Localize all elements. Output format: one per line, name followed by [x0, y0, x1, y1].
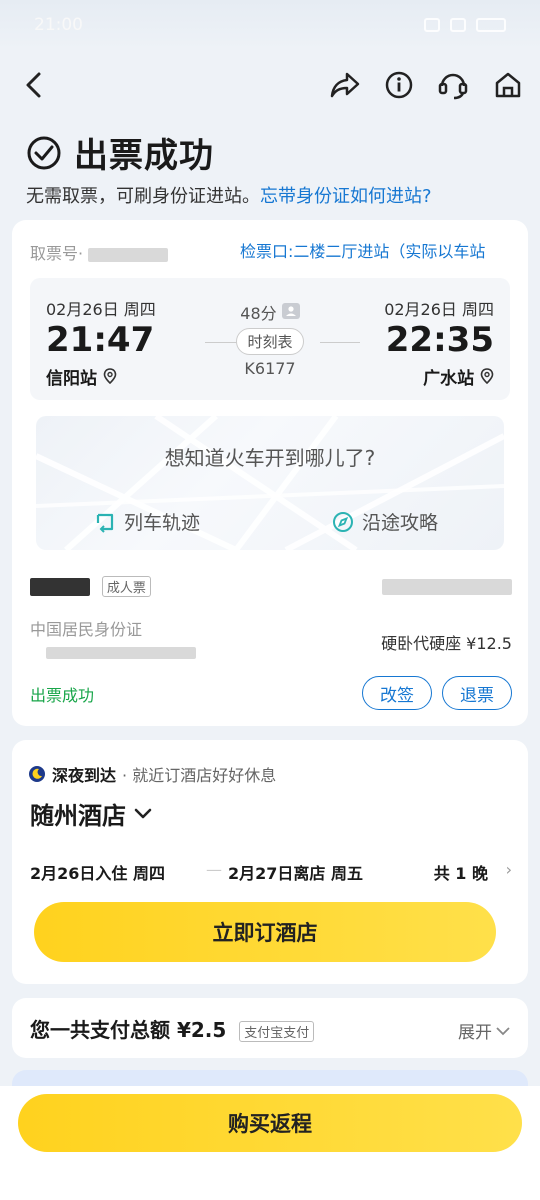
late-arrival-title: 深夜到达 [52, 766, 117, 785]
page-title: 出票成功 [74, 136, 214, 176]
track-icon [96, 513, 114, 533]
signal-icon [450, 18, 466, 32]
hotel-card: 深夜到达 · 就近订酒店好好休息 随州酒店 2月26日入住 周四 — 2月27日… [12, 740, 528, 984]
share-button[interactable] [328, 68, 362, 102]
late-arrival-banner: 深夜到达 · 就近订酒店好好休息 [28, 762, 276, 786]
person-icon [281, 303, 300, 319]
notice: 无需取票，可刷身份证进站。忘带身份证如何进站? [26, 182, 432, 208]
id-type: 中国居民身份证 [30, 620, 143, 639]
back-arrow-icon [26, 72, 41, 98]
trip-duration: 48分 [200, 300, 340, 324]
info-button[interactable] [382, 68, 416, 102]
gate-info[interactable]: 检票口:二楼二厅进站（实际以车站 [240, 238, 510, 262]
arrival-date: 02月26日 周四 [384, 300, 494, 319]
change-ticket-button[interactable]: 改签 [362, 676, 432, 710]
passenger-row: 成人票 [30, 576, 151, 597]
chevron-down-icon [496, 1026, 510, 1035]
departure-time: 21:47 [46, 320, 155, 360]
late-arrival-subtitle: · 就近订酒店好好休息 [122, 766, 277, 785]
passenger-name-masked [30, 578, 90, 596]
ticket-card: 取票号· 检票口:二楼二厅进站（实际以车站 02月26日 周四 21:47 信阳… [12, 220, 528, 726]
page-title-row: 出票成功 [26, 128, 214, 177]
headset-icon [438, 73, 468, 100]
expand-label: 展开 [458, 1023, 492, 1043]
ticket-status: 出票成功 [30, 686, 95, 705]
chevron-down-icon [134, 808, 152, 818]
location-pin-icon [103, 368, 117, 385]
status-icons [424, 18, 506, 32]
id-mask [46, 646, 196, 659]
customer-service-button[interactable] [436, 68, 470, 102]
date-separator: — [206, 860, 222, 879]
seat-number-masked [382, 576, 512, 595]
pickup-label: 取票号· [30, 244, 84, 263]
home-button[interactable] [491, 68, 525, 102]
departure-date: 02月26日 周四 [46, 300, 156, 319]
pickup-number: 取票号· [30, 240, 169, 264]
trip-summary: 02月26日 周四 21:47 信阳站 48分 时刻表 K6177 02月26日… [30, 278, 510, 400]
back-button[interactable] [18, 68, 52, 102]
battery-icon [476, 18, 506, 32]
arrival-station[interactable]: 广水站 [423, 364, 494, 389]
map-question: 想知道火车开到哪儿了? [164, 446, 376, 470]
pickup-code-masked [88, 247, 169, 262]
train-number: K6177 [244, 359, 296, 378]
arrival-station-name: 广水站 [423, 369, 475, 389]
checkin-date: 2月26日入住 周四 [30, 864, 165, 883]
duration-text: 48分 [240, 304, 277, 323]
track-label: 列车轨迹 [124, 512, 201, 534]
seat-mask [382, 578, 512, 595]
train-map-panel[interactable]: 想知道火车开到哪儿了? 列车轨迹 沿途攻略 [36, 416, 504, 550]
payment-label: 您一共支付总额 [30, 1018, 170, 1042]
location-pin-icon [480, 368, 494, 385]
trip-middle: 48分 时刻表 K6177 [200, 300, 340, 378]
payment-summary: 您一共支付总额 ¥2.5 支付宝支付 [30, 1014, 315, 1043]
payment-method-badge: 支付宝支付 [239, 1021, 315, 1042]
status-time: 21:00 [34, 15, 83, 35]
moon-icon [29, 766, 45, 782]
id-help-link[interactable]: 忘带身份证如何进站? [260, 186, 432, 207]
expand-payment-button[interactable]: 展开 [458, 1018, 510, 1043]
status-bar: 21:00 [0, 0, 540, 50]
book-hotel-button[interactable]: 立即订酒店 [34, 902, 496, 962]
hotel-city-selector[interactable]: 随州酒店 [30, 796, 152, 831]
share-icon [330, 72, 360, 98]
buy-return-button[interactable]: 购买返程 [18, 1094, 522, 1152]
top-navigation [0, 60, 540, 110]
hotel-city: 随州酒店 [30, 802, 126, 830]
home-icon [495, 72, 521, 98]
refund-ticket-button[interactable]: 退票 [442, 676, 512, 710]
notice-text: 无需取票，可刷身份证进站。 [26, 186, 260, 207]
seat-price: 硬卧代硬座 ¥12.5 [381, 634, 512, 653]
guide-label: 沿途攻略 [362, 512, 439, 534]
info-icon [385, 71, 413, 99]
checkout-date: 2月27日离店 周五 [228, 864, 363, 883]
id-number-masked [46, 642, 196, 661]
timetable-button[interactable]: 时刻表 [236, 328, 304, 355]
wifi-icon [424, 18, 440, 32]
check-circle-icon [27, 136, 61, 169]
night-count: 共 1 晚 [433, 864, 488, 883]
compass-icon [333, 511, 353, 532]
departure-station[interactable]: 信阳站 [46, 364, 117, 389]
train-track-link[interactable]: 列车轨迹 [94, 508, 200, 535]
arrival-time: 22:35 [385, 320, 494, 360]
payment-amount: ¥2.5 [176, 1018, 227, 1042]
payment-card: 您一共支付总额 ¥2.5 支付宝支付 展开 [12, 998, 528, 1058]
passenger-type-badge: 成人票 [101, 576, 151, 597]
route-guide-link[interactable]: 沿途攻略 [332, 508, 438, 535]
departure-station-name: 信阳站 [46, 369, 97, 389]
chevron-right-icon: › [505, 860, 512, 879]
